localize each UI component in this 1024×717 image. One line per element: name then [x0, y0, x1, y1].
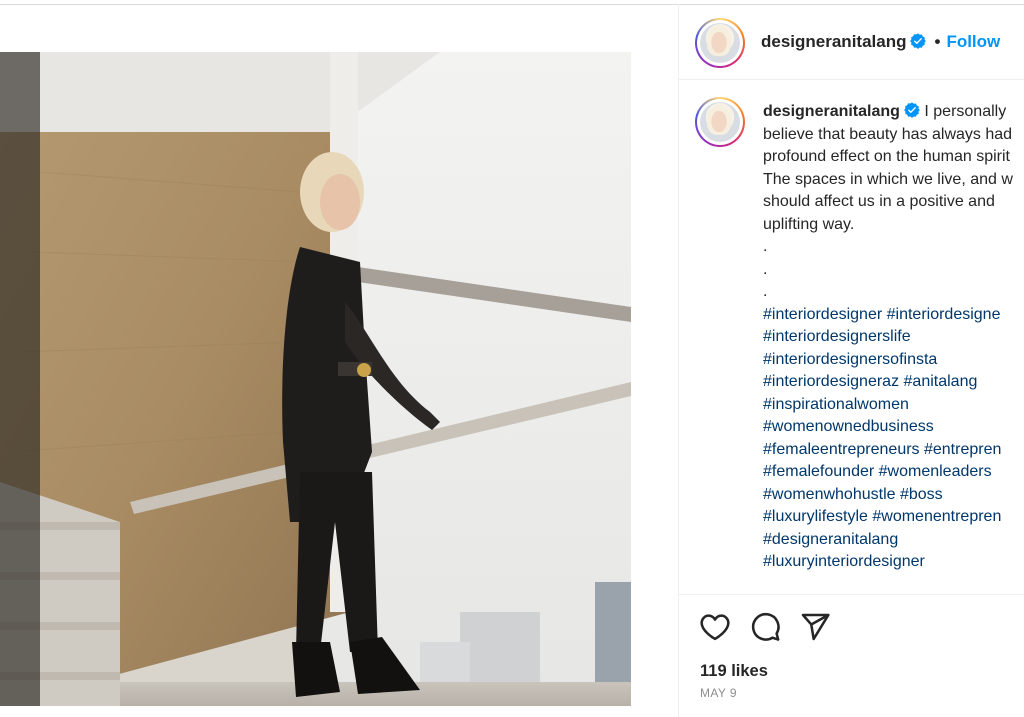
caption-line: believe that beauty has always had: [763, 125, 1013, 143]
caption-line: uplifting way.: [763, 215, 855, 233]
caption-line: .: [763, 260, 768, 278]
follow-button[interactable]: Follow: [946, 32, 1000, 51]
username-link[interactable]: designeranitalang: [761, 32, 906, 51]
comment-icon[interactable]: [749, 611, 781, 643]
hashtag-link[interactable]: #femalefounder #womenleaders: [763, 461, 1024, 484]
post-actions: 119 likes MAY 9: [679, 594, 1024, 717]
caption-line: .: [763, 238, 768, 255]
hashtag-link[interactable]: #femaleentrepreneurs #entrepren: [763, 439, 1024, 462]
caption-avatar[interactable]: [695, 97, 745, 147]
hashtag-link[interactable]: #interiordesignersofinsta: [763, 349, 1024, 372]
hashtag-link[interactable]: #luxurylifestyle #womenentrepren: [763, 506, 1024, 529]
post-image[interactable]: [0, 52, 631, 706]
hashtag-link[interactable]: #designeranitalang: [763, 529, 1024, 552]
hashtag-link[interactable]: #womenownedbusiness: [763, 416, 1024, 439]
caption-area: designeranitalang I personally believe t…: [679, 81, 1024, 593]
caption-line: profound effect on the human spirit: [763, 148, 1010, 165]
caption-line: The spaces in which we live, and w: [763, 170, 1013, 188]
hashtag-link[interactable]: #inspirationalwomen: [763, 394, 1024, 417]
verified-badge-icon: [910, 33, 927, 49]
caption-line: designeranitalang I personally: [763, 102, 1007, 120]
caption-line: .: [763, 283, 768, 300]
likes-count[interactable]: 119 likes: [700, 662, 768, 681]
hashtag-link[interactable]: #luxuryinteriordesigner: [763, 551, 1024, 574]
post-details-panel: designeranitalang • Follow designeranital…: [678, 4, 1024, 717]
separator-dot: •: [934, 32, 941, 51]
verified-badge-icon: [904, 102, 920, 118]
heart-icon[interactable]: [699, 611, 731, 643]
post-photo: [0, 52, 631, 706]
hashtag-link[interactable]: #womenwhohustle #boss: [763, 484, 1024, 507]
header-line: designeranitalang • Follow: [761, 32, 1000, 52]
hashtag-link[interactable]: #interiordesigneraz #anitalang: [763, 371, 1024, 394]
post-date: MAY 9: [700, 686, 737, 700]
paper-plane-icon[interactable]: [799, 611, 831, 643]
caption-text: designeranitalang I personally believe t…: [763, 101, 1024, 574]
hashtag-link[interactable]: #interiordesignerslife: [763, 326, 1024, 349]
post-header: designeranitalang • Follow: [679, 4, 1024, 80]
hashtag-link[interactable]: #interiordesigner #interiordesigne: [763, 304, 1024, 327]
caption-username[interactable]: designeranitalang: [763, 103, 900, 120]
profile-avatar[interactable]: [695, 18, 745, 68]
caption-line: should affect us in a positive and: [763, 193, 995, 210]
